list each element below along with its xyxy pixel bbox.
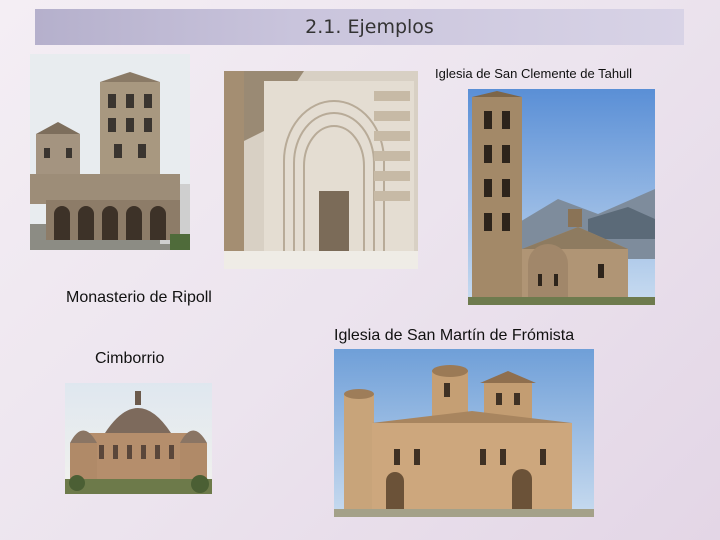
ripoll-monastery-photo [30, 54, 190, 250]
slide-title: 2.1. Ejemplos [305, 16, 434, 38]
tahull-church-photo [468, 89, 655, 305]
ripoll-portal-photo [224, 71, 418, 269]
caption-tahull: Iglesia de San Clemente de Tahull [435, 66, 633, 81]
cimborrio-photo [65, 383, 212, 494]
fromista-church-photo [334, 349, 594, 517]
caption-fromista: Iglesia de San Martín de Frómista [334, 327, 575, 344]
caption-ripoll: Monasterio de Ripoll [66, 289, 212, 306]
slide-title-bar: 2.1. Ejemplos [35, 9, 684, 45]
caption-cimborrio: Cimborrio [95, 350, 165, 367]
